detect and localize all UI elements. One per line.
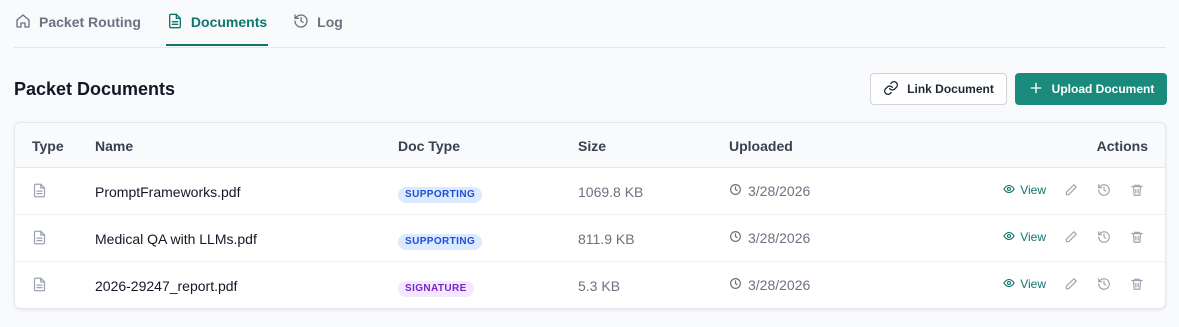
header-uploaded: Uploaded [729,138,793,154]
table-header: Type Name Doc Type Size Uploaded Actions [15,123,1165,168]
tab-label: Packet Routing [39,14,141,30]
trash-icon[interactable] [1129,182,1145,198]
tab-bar: Packet Routing Documents Log [14,0,1166,48]
clock-icon [729,183,742,199]
table-row: PromptFrameworks.pdf SUPPORTING 1069.8 K… [15,168,1165,215]
row-actions: View [1003,276,1145,292]
clock-icon [729,230,742,246]
view-label: View [1020,277,1046,291]
clock-icon [729,277,742,293]
file-icon [32,277,47,295]
table-row: 2026-29247_report.pdf SIGNATURE 5.3 KB 3… [15,262,1165,308]
upload-document-button[interactable]: Upload Document [1015,73,1167,105]
document-name: PromptFrameworks.pdf [95,184,241,200]
link-icon [883,80,899,99]
uploaded-cell: 3/28/2026 [729,183,810,199]
document-icon [167,13,183,32]
trash-icon[interactable] [1129,229,1145,245]
view-button[interactable]: View [1003,277,1046,292]
row-actions: View [1003,182,1145,198]
doc-type-badge: SUPPORTING [398,187,483,203]
history-icon[interactable] [1096,276,1112,292]
uploaded-date: 3/28/2026 [748,230,811,246]
doc-type-badge: SIGNATURE [398,281,474,297]
header-actions: Actions [1096,138,1148,154]
eye-icon [1003,277,1015,292]
view-label: View [1020,230,1046,244]
trash-icon[interactable] [1129,276,1145,292]
view-label: View [1020,183,1046,197]
header-doc-type: Doc Type [398,138,460,154]
doc-type-cell: SUPPORTING [398,231,483,250]
plus-icon [1028,80,1044,99]
view-button[interactable]: View [1003,183,1046,198]
uploaded-date: 3/28/2026 [748,277,811,293]
table-row: Medical QA with LLMs.pdf SUPPORTING 811.… [15,215,1165,262]
link-document-button[interactable]: Link Document [870,73,1007,105]
doc-type-cell: SIGNATURE [398,278,474,297]
home-icon [15,13,31,32]
doc-type-badge: SUPPORTING [398,234,483,250]
file-icon [32,230,47,248]
edit-icon[interactable] [1063,276,1079,292]
history-icon[interactable] [1096,182,1112,198]
document-name: Medical QA with LLMs.pdf [95,231,257,247]
uploaded-cell: 3/28/2026 [729,277,810,293]
tab-documents[interactable]: Documents [165,0,269,46]
documents-table: Type Name Doc Type Size Uploaded Actions… [14,122,1166,309]
link-document-label: Link Document [907,82,994,96]
edit-icon[interactable] [1063,229,1079,245]
file-icon [32,183,47,201]
header-type: Type [32,138,64,154]
eye-icon [1003,183,1015,198]
tab-label: Documents [190,14,268,30]
upload-document-label: Upload Document [1051,82,1155,96]
history-icon[interactable] [1096,229,1112,245]
document-size: 811.9 KB [578,231,635,247]
tab-log[interactable]: Log [292,0,344,46]
uploaded-date: 3/28/2026 [748,183,811,199]
history-icon [293,13,309,32]
document-size: 1069.8 KB [578,184,644,200]
doc-type-cell: SUPPORTING [398,184,483,203]
document-name: 2026-29247_report.pdf [95,278,238,294]
header-name: Name [95,138,134,154]
header-size: Size [578,138,607,154]
eye-icon [1003,230,1015,245]
page-title: Packet Documents [14,79,176,99]
tab-packet-routing[interactable]: Packet Routing [14,0,142,46]
edit-icon[interactable] [1063,182,1079,198]
row-actions: View [1003,229,1145,245]
view-button[interactable]: View [1003,230,1046,245]
tab-label: Log [317,14,343,30]
document-size: 5.3 KB [578,278,621,294]
uploaded-cell: 3/28/2026 [729,230,810,246]
